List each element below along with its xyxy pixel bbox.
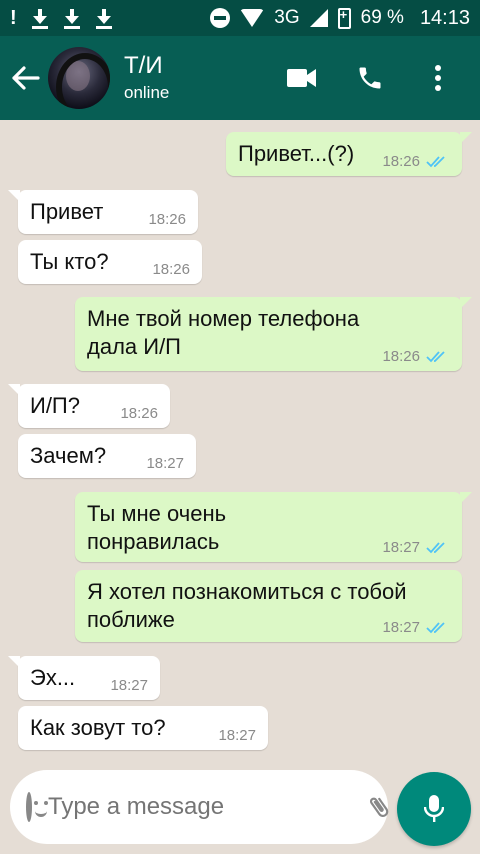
status-notifications: ! [10, 7, 113, 30]
message-time: 18:26 [152, 261, 190, 278]
message-time: 18:27 [110, 677, 148, 694]
message-outgoing[interactable]: Я хотел познакомиться с тобой поближе 18… [75, 570, 462, 642]
message-outgoing[interactable]: Привет...(?) 18:26 [226, 132, 472, 176]
download-icon [31, 7, 49, 29]
message-time: 18:26 [382, 153, 420, 170]
more-options-button[interactable] [422, 62, 454, 94]
contact-name: Т/И [124, 52, 163, 79]
message-meta: 18:26 [152, 261, 190, 278]
wifi-icon [240, 9, 265, 27]
do-not-disturb-icon [210, 8, 231, 28]
download-icon [63, 7, 81, 29]
message-list[interactable]: Привет...(?) 18:26 Привет 18:26 Ты кто? … [0, 120, 480, 758]
message-meta: 18:27 [382, 539, 450, 556]
header-actions [286, 62, 454, 94]
message-incoming[interactable]: Привет 18:26 [8, 190, 198, 234]
back-button[interactable] [6, 58, 46, 98]
message-time: 18:27 [218, 727, 256, 744]
message-time: 18:27 [146, 455, 184, 472]
microphone-icon [424, 795, 444, 822]
message-outgoing[interactable]: Ты мне очень понравилась 18:27 [75, 492, 472, 562]
contact-avatar[interactable] [48, 47, 110, 109]
video-call-button[interactable] [286, 62, 318, 94]
message-time: 18:27 [382, 619, 420, 636]
status-system: 3G 69 % 14:13 [210, 7, 470, 30]
message-incoming[interactable]: Ты кто? 18:26 [18, 240, 202, 284]
message-meta: 18:26 [382, 348, 450, 365]
contact-info[interactable]: Т/И online [124, 51, 169, 105]
voice-record-button[interactable] [397, 772, 471, 846]
voice-call-button[interactable] [354, 62, 386, 94]
video-camera-icon [287, 69, 316, 87]
vertical-dots-icon [435, 65, 441, 91]
emoji-icon[interactable] [26, 792, 47, 822]
message-meta: 18:26 [148, 211, 186, 228]
back-arrow-icon [12, 66, 40, 90]
phone-icon [359, 67, 381, 89]
message-incoming[interactable]: Как зовут то? 18:27 [18, 706, 268, 750]
message-incoming[interactable]: И/П? 18:26 [8, 384, 170, 428]
message-meta: 18:27 [382, 619, 450, 636]
chat-header: Т/И online [0, 36, 480, 120]
message-time: 18:27 [382, 539, 420, 556]
double-check-icon [426, 621, 445, 633]
status-bar: ! 3G 69 % 14:13 [0, 0, 480, 36]
message-meta: 18:27 [110, 677, 148, 694]
network-type: 3G [274, 7, 300, 28]
contact-status: online [124, 83, 170, 102]
cell-signal-icon [309, 9, 328, 27]
double-check-icon [426, 350, 445, 362]
message-incoming[interactable]: Зачем? 18:27 [18, 434, 196, 478]
message-time: 18:26 [382, 348, 420, 365]
message-time: 18:26 [120, 405, 158, 422]
message-incoming[interactable]: Эх... 18:27 [8, 656, 160, 700]
double-check-icon [426, 155, 445, 167]
signal-alert-icon: ! [10, 6, 17, 29]
download-icon [95, 7, 113, 29]
double-check-icon [426, 541, 445, 553]
message-meta: 18:26 [382, 153, 450, 170]
battery-icon [337, 7, 351, 29]
message-input[interactable] [48, 793, 358, 821]
message-meta: 18:27 [218, 727, 256, 744]
clock: 14:13 [419, 6, 470, 29]
composer [10, 770, 430, 844]
message-time: 18:26 [148, 211, 186, 228]
message-meta: 18:26 [120, 405, 158, 422]
attach-button[interactable] [366, 791, 392, 823]
battery-level: 69 % [360, 7, 404, 28]
message-meta: 18:27 [146, 455, 184, 472]
paperclip-icon [370, 797, 389, 817]
message-outgoing[interactable]: Мне твой номер телефона дала И/П 18:26 [75, 297, 472, 371]
